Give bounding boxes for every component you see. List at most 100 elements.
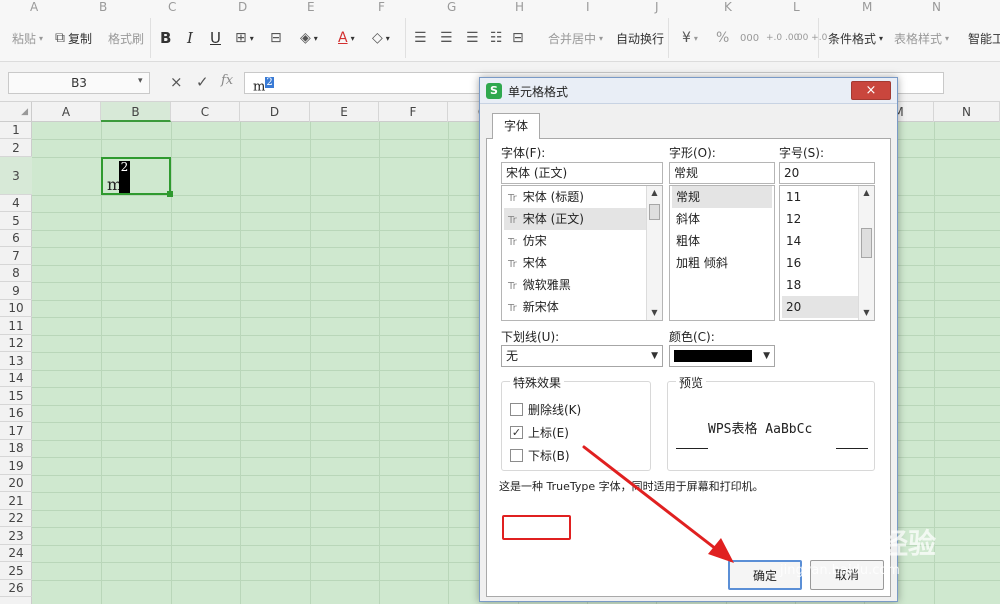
row-header-24[interactable]: 24 [0,545,32,562]
row-header-19[interactable]: 19 [0,457,32,475]
dialog-close-button[interactable]: × [851,81,891,100]
column-header-c[interactable]: C [171,102,240,122]
font-color-button[interactable]: A ▾ [338,28,355,48]
font-style-input[interactable]: 常规 [669,162,775,184]
font-list-item[interactable]: Tr 宋体 [504,252,646,274]
column-header-a[interactable]: A [32,102,101,122]
border-button[interactable]: ⊞ ▾ [235,28,254,48]
column-header-f[interactable]: F [379,102,448,122]
font-size-list[interactable]: 11 12 14 16 18 20 ▲ ▼ [779,185,875,321]
size-list-item-selected[interactable]: 20 [782,296,858,318]
conditional-format-button[interactable]: 条件格式 ▾ [828,28,883,48]
row-header-15[interactable]: 15 [0,387,32,405]
row-header-17[interactable]: 17 [0,422,32,440]
row-header-8[interactable]: 8 [0,265,32,282]
row-header-13[interactable]: 13 [0,352,32,370]
row-header-3[interactable]: 3 [0,157,32,195]
size-list-item[interactable]: 18 [782,274,858,296]
name-box-dropdown-icon[interactable]: ▾ [138,76,143,86]
row-header-23[interactable]: 23 [0,527,32,545]
table-style-button[interactable]: 表格样式 ▾ [894,28,949,48]
distributed-align-button[interactable]: ☷ [490,28,503,48]
style-list-item[interactable]: 斜体 [672,208,772,230]
row-header-25[interactable]: 25 [0,562,32,580]
select-all-corner[interactable]: ◢ [0,102,32,122]
style-list-item[interactable]: 加粗 倾斜 [672,252,772,274]
align-center-button[interactable]: ☰ [440,28,453,48]
style-list-item[interactable]: 粗体 [672,230,772,252]
format-painter-button[interactable]: 格式刷 [108,28,144,48]
font-style-list[interactable]: 常规 斜体 粗体 加粗 倾斜 [669,185,775,321]
dialog-titlebar[interactable]: S 单元格格式 × [480,78,897,104]
row-header-7[interactable]: 7 [0,247,32,265]
column-header-d[interactable]: D [240,102,310,122]
scroll-down-icon[interactable]: ▼ [859,306,874,320]
tab-font[interactable]: 字体 [492,113,540,139]
row-header-1[interactable]: 1 [0,122,32,139]
bold-button[interactable]: B [160,28,171,48]
align-right-button[interactable]: ☰ [466,28,479,48]
font-name-input[interactable]: 宋体 (正文) [501,162,663,184]
row-header-12[interactable]: 12 [0,335,32,352]
scroll-up-icon[interactable]: ▲ [859,186,874,200]
cell-b3-active[interactable]: m 2 [101,157,173,197]
scroll-thumb[interactable] [649,204,660,220]
row-header-6[interactable]: 6 [0,230,32,247]
merge-center-button[interactable]: 合并居中 ▾ [548,28,603,48]
row-header-10[interactable]: 10 [0,300,32,317]
font-list-item[interactable]: Tr 宋体 (标题) [504,186,646,208]
row-header-9[interactable]: 9 [0,282,32,300]
row-header-18[interactable]: 18 [0,440,32,457]
underline-select[interactable]: 无 ▼ [501,345,663,367]
subscript-checkbox[interactable]: 下标(B) [510,446,570,464]
percent-button[interactable]: % [716,28,729,48]
clear-button[interactable]: ◇ ▾ [372,28,390,48]
fx-icon[interactable]: fx [221,73,233,88]
font-list-item[interactable]: Tr 仿宋 [504,230,646,252]
copy-button[interactable]: ⧉ 复制 [55,28,92,48]
size-list-item[interactable]: 16 [782,252,858,274]
font-list[interactable]: Tr 宋体 (标题) Tr 宋体 (正文) Tr 仿宋 Tr 宋体 Tr 微软雅黑 Tr 新… [501,185,663,321]
currency-button[interactable]: ¥ ▾ [682,28,698,48]
italic-button[interactable]: I [187,28,193,48]
row-header-4[interactable]: 4 [0,195,32,212]
row-header-16[interactable]: 16 [0,405,32,422]
column-header-n[interactable]: N [934,102,1000,122]
wrap-text-button[interactable]: 自动换行 [616,28,664,48]
size-list-item[interactable]: 12 [782,208,858,230]
cancel-icon[interactable]: × [170,73,183,91]
row-header-22[interactable]: 22 [0,510,32,527]
underline-button[interactable]: U [210,28,221,48]
style-list-item-selected[interactable]: 常规 [672,186,772,208]
font-list-item[interactable]: Tr 新宋体 [504,296,646,318]
font-list-item[interactable]: Tr 微软雅黑 [504,274,646,296]
row-header-2[interactable]: 2 [0,139,32,157]
name-box[interactable]: B3 [8,72,150,94]
size-list-item[interactable]: 11 [782,186,858,208]
row-header-20[interactable]: 20 [0,475,32,492]
row-header-26[interactable]: 26 [0,580,32,597]
font-list-scrollbar[interactable]: ▲ ▼ [646,186,662,320]
paste-button[interactable]: 粘贴 ▾ [12,28,43,48]
align-left-button[interactable]: ☰ [414,28,427,48]
strikethrough-checkbox[interactable]: 删除线(K) [510,400,581,418]
confirm-icon[interactable]: ✓ [196,73,209,91]
row-header-14[interactable]: 14 [0,370,32,387]
merge-shape-button[interactable]: ⊟ [270,28,282,48]
font-size-input[interactable]: 20 [779,162,875,184]
fill-handle[interactable] [167,191,173,197]
fill-color-button[interactable]: ◈ ▾ [300,28,318,48]
size-list-item[interactable]: 14 [782,230,858,252]
scroll-up-icon[interactable]: ▲ [647,186,662,200]
color-select[interactable]: ▼ [669,345,775,367]
row-header-5[interactable]: 5 [0,212,32,230]
row-header-11[interactable]: 11 [0,317,32,335]
size-list-scrollbar[interactable]: ▲ ▼ [858,186,874,320]
column-header-e[interactable]: E [310,102,379,122]
thousands-button[interactable]: 000 [740,28,759,48]
row-header-21[interactable]: 21 [0,492,32,510]
font-list-item-selected[interactable]: Tr 宋体 (正文) [504,208,646,230]
scroll-down-icon[interactable]: ▼ [647,306,662,320]
scroll-thumb[interactable] [861,228,872,258]
superscript-checkbox[interactable]: ✓ 上标(E) [510,423,569,441]
